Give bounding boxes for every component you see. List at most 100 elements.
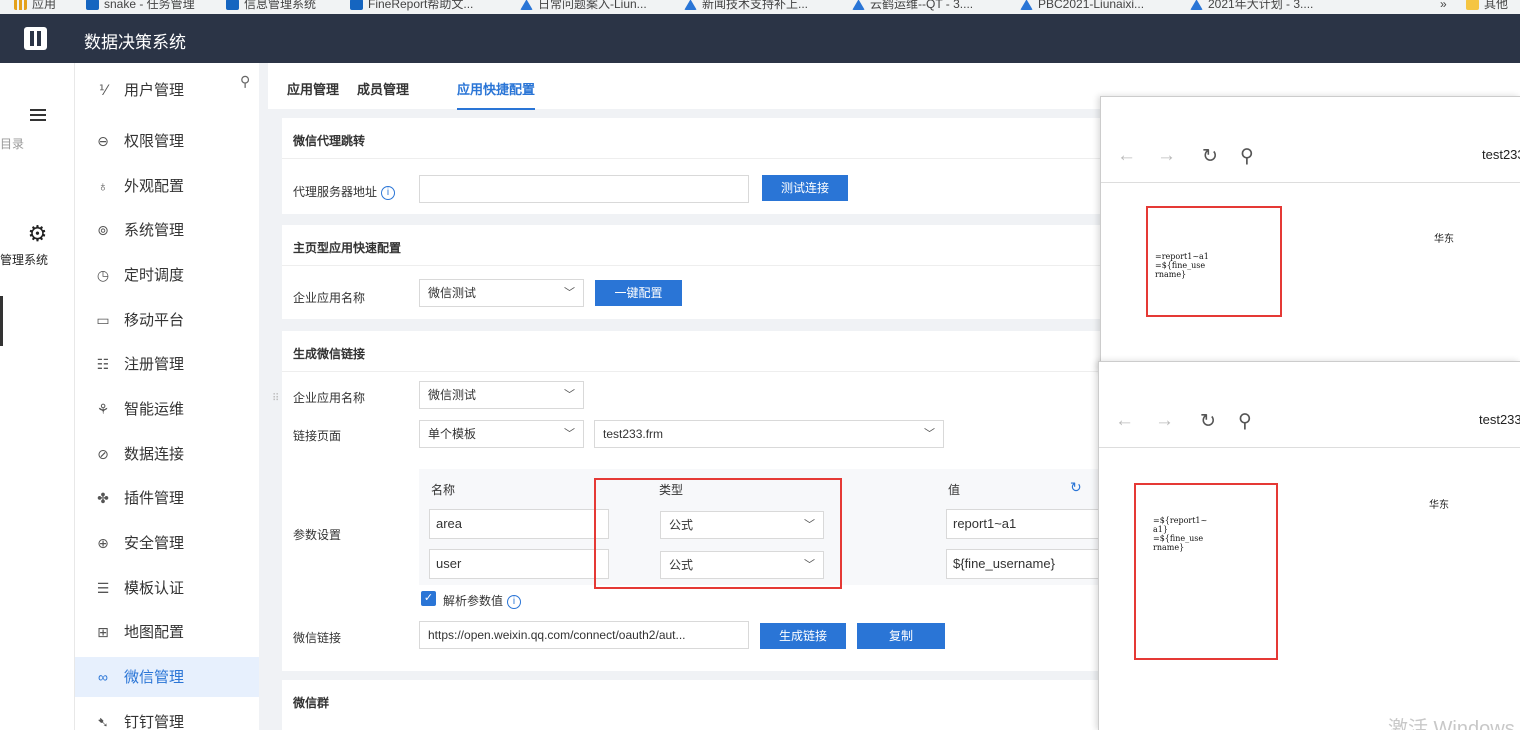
page-file-select[interactable]: test233.frm ﹀ <box>594 420 944 448</box>
bird-icon <box>1020 0 1033 11</box>
parse-checkbox[interactable]: ✓ <box>421 591 436 606</box>
homepage-title: 主页型应用快速配置 <box>293 241 402 255</box>
link-icon[interactable]: ⚲ <box>1238 410 1252 433</box>
param-value-input[interactable]: ${fine_username} <box>946 549 1109 579</box>
chevron-down-icon: ﹀ <box>564 287 575 299</box>
subnav-item-map[interactable]: ⊞ 地图配置 <box>75 612 259 652</box>
header-value: 值 <box>948 483 961 497</box>
subnav-item-register[interactable]: ☷ 注册管理 <box>75 344 259 384</box>
bookmark-item[interactable]: 信息管理系统 <box>226 0 316 11</box>
proxy-address-input[interactable] <box>419 175 749 203</box>
info-icon[interactable]: i <box>507 594 522 609</box>
subnav-label: 数据连接 <box>124 446 185 463</box>
subnav-item-appearance[interactable]: ♁ 外观配置 <box>75 166 259 206</box>
back-icon[interactable]: ← <box>1115 410 1134 432</box>
proxy-label: 代理服务器地址 i <box>293 183 396 200</box>
preview-title: test233 <box>1482 147 1520 162</box>
settings-icon: ⊚ <box>97 222 109 238</box>
subnav-item-security[interactable]: ⊕ 安全管理 <box>75 523 259 563</box>
link-app-select[interactable]: 微信测试 ﹀ <box>419 381 584 409</box>
reload-icon[interactable]: ↻ <box>1202 145 1218 168</box>
generate-link-button[interactable]: 生成链接 <box>760 623 846 649</box>
page-type-select[interactable]: 单个模板 ﹀ <box>419 420 584 448</box>
params-table: 名称 类型 值 ↻ area 公式 ﹀ report1~a1 user 公式 ﹀ $… <box>419 469 1109 585</box>
subnav-item-schedule[interactable]: ◷ 定时调度 <box>75 255 259 295</box>
subnav-item-user[interactable]: ⅟ 用户管理 <box>75 75 259 105</box>
subnav-label: 权限管理 <box>124 133 185 150</box>
bookmark-item[interactable]: 2021年大计划 - 3.... <box>1190 0 1313 11</box>
reload-icon[interactable]: ↻ <box>1200 410 1216 433</box>
subnav-item-template[interactable]: ☰ 模板认证 <box>75 568 259 608</box>
chevron-down-icon: ﹀ <box>564 428 575 440</box>
wechat-link-input[interactable]: https://open.weixin.qq.com/connect/oauth… <box>419 621 749 649</box>
copy-button[interactable]: 复制 <box>857 623 945 649</box>
chevron-down-icon: ﹀ <box>564 389 575 401</box>
back-icon[interactable]: ← <box>1117 145 1136 167</box>
param-type-select[interactable]: 公式 ﹀ <box>660 511 824 539</box>
test-connection-button[interactable]: 测试连接 <box>762 175 848 201</box>
app-title: 数据决策系统 <box>84 33 186 52</box>
header-type: 类型 <box>659 483 684 497</box>
dingtalk-icon: ➷ <box>97 714 109 730</box>
nav-catalog[interactable]: 目录 <box>0 109 75 151</box>
subnav-label: 外观配置 <box>124 178 185 195</box>
homepage-app-select[interactable]: 微信测试 ﹀ <box>419 279 584 307</box>
subnav-item-dataconn[interactable]: ⊘ 数据连接 <box>75 434 259 474</box>
bookmark-folder[interactable]: 其他 <box>1466 0 1508 11</box>
menu-icon <box>29 109 46 121</box>
bookmarks-bar: 应用 snake - 任务管理 信息管理系统 FineReport帮助文... … <box>0 0 1520 14</box>
subnav-item-wechat[interactable]: ∞ 微信管理 <box>75 657 259 697</box>
finereport-icon <box>86 0 99 11</box>
bookmark-item[interactable]: 新闻技术支持补上... <box>684 0 808 11</box>
preview-window: ← → ↻ ⚲ test233 =${report1~ a1} =${fine_… <box>1098 361 1520 730</box>
subnav-label: 注册管理 <box>124 356 185 373</box>
gear-icon: ⚙ <box>27 221 48 246</box>
subnav-item-ops[interactable]: ⚘ 智能运维 <box>75 389 259 429</box>
subnav-label: 智能运维 <box>124 401 185 418</box>
info-icon[interactable]: i <box>381 185 396 200</box>
region-cell: 华东 <box>1429 500 1449 511</box>
preview-nav-bar: ← → ↻ ⚲ test233 <box>1099 362 1520 448</box>
bookmark-overflow[interactable]: » <box>1440 0 1447 11</box>
register-icon: ☷ <box>96 356 110 372</box>
bookmark-item[interactable]: 日常问题案入-Liun... <box>520 0 647 11</box>
subnav-item-system[interactable]: ⊚ 系统管理 <box>75 210 259 250</box>
homepage-app-label: 企业应用名称 <box>293 291 366 305</box>
param-name-input[interactable]: user <box>429 549 609 579</box>
select-value: 微信测试 <box>428 388 477 402</box>
param-name-input[interactable]: area <box>429 509 609 539</box>
forward-icon[interactable]: → <box>1155 410 1174 432</box>
subnav-item-dingtalk[interactable]: ➷ 钉钉管理 <box>75 702 259 730</box>
select-value: 公式 <box>669 558 694 572</box>
forward-icon[interactable]: → <box>1157 145 1176 167</box>
top-bar: 数据决策系统 <box>0 14 1520 63</box>
param-value-input[interactable]: report1~a1 <box>946 509 1109 539</box>
bird-icon <box>520 0 533 11</box>
bookmark-item[interactable]: 云鹤运维--QT - 3.... <box>852 0 973 11</box>
preview-nav-bar: ← → ↻ ⚲ test233 <box>1101 97 1520 183</box>
subnav-item-plugin[interactable]: ✤ 插件管理 <box>75 478 259 518</box>
select-value: 公式 <box>669 518 694 532</box>
map-icon: ⊞ <box>97 624 109 640</box>
bookmark-item[interactable]: snake - 任务管理 <box>86 0 195 11</box>
subnav-item-mobile[interactable]: ▭ 移动平台 <box>75 300 259 340</box>
subnav-label: 定时调度 <box>124 267 185 284</box>
refresh-icon[interactable]: ↻ <box>1070 479 1082 496</box>
chevron-down-icon: ﹀ <box>804 559 815 571</box>
subnav-label: 系统管理 <box>124 222 185 239</box>
tab-quick-config[interactable]: 应用快捷配置 <box>457 79 536 110</box>
param-type-select[interactable]: 公式 ﹀ <box>660 551 824 579</box>
bookmark-apps[interactable]: 应用 <box>14 0 56 11</box>
link-icon[interactable]: ⚲ <box>1240 145 1254 168</box>
bookmark-item[interactable]: PBC2021-Liunaixi... <box>1020 0 1144 11</box>
tab-app-manage[interactable]: 应用管理 <box>287 79 339 98</box>
tab-member-manage[interactable]: 成员管理 <box>357 79 409 98</box>
one-click-config-button[interactable]: 一键配置 <box>595 280 682 306</box>
subnav-label: 模板认证 <box>124 580 185 597</box>
nav-admin[interactable]: ⚙ 管理系统 <box>0 221 75 268</box>
subnav-label: 用户管理 <box>124 82 185 99</box>
select-value: 单个模板 <box>428 427 477 441</box>
nav-admin-label: 管理系统 <box>0 253 49 267</box>
bookmark-item[interactable]: FineReport帮助文... <box>350 0 473 11</box>
subnav-item-permission[interactable]: ⊖ 权限管理 <box>75 121 259 161</box>
